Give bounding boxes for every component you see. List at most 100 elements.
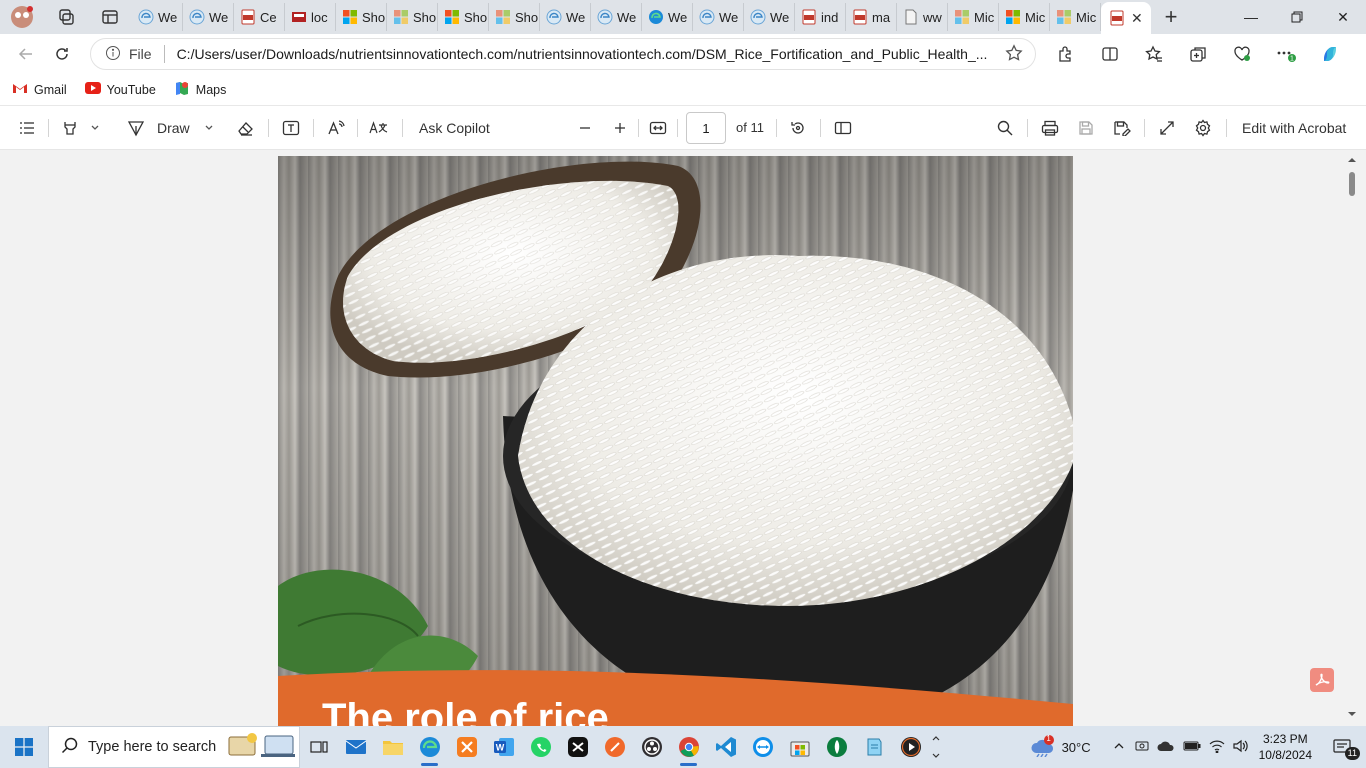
- file-explorer-icon[interactable]: [374, 726, 411, 768]
- scroll-down-icon[interactable]: [1346, 708, 1358, 720]
- fullscreen-icon[interactable]: [1156, 113, 1178, 143]
- notifications-button[interactable]: 11: [1326, 726, 1360, 768]
- minimize-button[interactable]: —: [1228, 0, 1274, 34]
- browser-tab[interactable]: Sho: [489, 3, 540, 31]
- pen-tool-icon[interactable]: [596, 726, 633, 768]
- media-player-icon[interactable]: [892, 726, 929, 768]
- highlight-icon[interactable]: [58, 113, 82, 143]
- save-as-icon[interactable]: [1111, 113, 1133, 143]
- contents-list-icon[interactable]: [16, 113, 38, 143]
- page-view-icon[interactable]: [832, 113, 854, 143]
- address-bar[interactable]: File C:/Users/user/Downloads/nutrientsin…: [90, 38, 1036, 70]
- task-view-icon[interactable]: [300, 726, 337, 768]
- new-tab-button[interactable]: +: [1151, 0, 1191, 34]
- browser-tab[interactable]: loc: [285, 3, 336, 31]
- browser-tab[interactable]: ma: [846, 3, 897, 31]
- obs-icon[interactable]: [633, 726, 670, 768]
- restore-button[interactable]: [1274, 0, 1320, 34]
- tab-actions-icon[interactable]: [88, 0, 132, 34]
- zoom-in-icon[interactable]: [611, 113, 629, 143]
- capcut-icon[interactable]: [559, 726, 596, 768]
- android-studio-icon[interactable]: [818, 726, 855, 768]
- info-icon[interactable]: [105, 45, 121, 64]
- rotate-icon[interactable]: [787, 113, 809, 143]
- edit-with-acrobat-button[interactable]: Edit with Acrobat: [1242, 113, 1346, 143]
- translate-icon[interactable]: [368, 113, 390, 143]
- settings-more-button[interactable]: 1: [1264, 38, 1308, 70]
- browser-tab[interactable]: We: [540, 3, 591, 31]
- add-text-icon[interactable]: [280, 113, 302, 143]
- meet-now-icon[interactable]: [1135, 739, 1149, 756]
- browser-tab[interactable]: Sho: [336, 3, 387, 31]
- battery-icon[interactable]: [1183, 740, 1201, 755]
- browser-tab[interactable]: We: [693, 3, 744, 31]
- collections-button[interactable]: [1176, 38, 1220, 70]
- draw-pen-icon[interactable]: [126, 113, 146, 143]
- close-tab-icon[interactable]: ✕: [1131, 10, 1143, 27]
- chevron-up-icon[interactable]: [1113, 740, 1125, 755]
- browser-tab[interactable]: We: [132, 3, 183, 31]
- onedrive-cloud-icon[interactable]: [1157, 740, 1175, 755]
- wifi-icon[interactable]: [1209, 739, 1225, 756]
- save-icon[interactable]: [1075, 113, 1097, 143]
- weather-icon[interactable]: 1: [1030, 734, 1056, 760]
- bookmark-youtube[interactable]: YouTube: [84, 82, 156, 97]
- ask-copilot-button[interactable]: Ask Copilot: [419, 113, 490, 143]
- zoom-out-icon[interactable]: [576, 113, 594, 143]
- browser-tab[interactable]: Ce: [234, 3, 285, 31]
- teamviewer-icon[interactable]: [744, 726, 781, 768]
- eraser-icon[interactable]: [234, 113, 256, 143]
- url-text[interactable]: C:/Users/user/Downloads/nutrientsinnovat…: [177, 46, 989, 62]
- taskbar-scroll-icon[interactable]: [929, 726, 943, 768]
- favorite-star-icon[interactable]: [1005, 43, 1023, 65]
- page-number-input[interactable]: 1: [686, 112, 726, 144]
- taskbar-clock[interactable]: 3:23 PM 10/8/2024: [1259, 731, 1312, 763]
- browser-tab[interactable]: We: [591, 3, 642, 31]
- refresh-button[interactable]: [44, 38, 80, 70]
- close-window-button[interactable]: ✕: [1320, 0, 1366, 34]
- scroll-up-icon[interactable]: [1346, 154, 1358, 166]
- print-icon[interactable]: [1039, 113, 1061, 143]
- bookmark-maps[interactable]: Maps: [174, 80, 226, 99]
- weather-temperature[interactable]: 30°C: [1062, 740, 1091, 755]
- draw-button[interactable]: Draw: [157, 113, 190, 143]
- workspaces-icon[interactable]: [44, 0, 88, 34]
- browser-tab[interactable]: Mic: [999, 3, 1050, 31]
- browser-tab[interactable]: Mic: [948, 3, 999, 31]
- browser-essentials-button[interactable]: [1220, 38, 1264, 70]
- fit-to-width-icon[interactable]: [647, 113, 669, 143]
- chevron-down-icon[interactable]: [88, 113, 102, 143]
- browser-tab[interactable]: Mic: [1050, 3, 1101, 31]
- bookmark-gmail[interactable]: Gmail: [12, 82, 67, 97]
- chevron-down-icon[interactable]: [202, 113, 216, 143]
- notepad-icon[interactable]: [855, 726, 892, 768]
- browser-tab[interactable]: ww: [897, 3, 948, 31]
- copilot-icon[interactable]: [1308, 38, 1352, 70]
- store-icon[interactable]: [781, 726, 818, 768]
- word-icon[interactable]: W: [485, 726, 522, 768]
- tab-active-pdf[interactable]: ✕: [1101, 2, 1151, 34]
- scrollbar-thumb[interactable]: [1349, 172, 1355, 196]
- extensions-button[interactable]: [1044, 38, 1088, 70]
- mail-icon[interactable]: [337, 726, 374, 768]
- browser-tab[interactable]: Sho: [387, 3, 438, 31]
- split-screen-button[interactable]: [1088, 38, 1132, 70]
- back-button[interactable]: [8, 38, 44, 70]
- profile-avatar[interactable]: [0, 0, 44, 34]
- browser-tab[interactable]: We: [183, 3, 234, 31]
- chrome-icon[interactable]: [670, 726, 707, 768]
- windows-start-icon[interactable]: [0, 726, 48, 768]
- browser-tab[interactable]: We: [744, 3, 795, 31]
- volume-icon[interactable]: [1233, 739, 1249, 756]
- whatsapp-icon[interactable]: [522, 726, 559, 768]
- browser-tab[interactable]: Sho: [438, 3, 489, 31]
- read-aloud-icon[interactable]: [325, 113, 347, 143]
- edge-browser-icon[interactable]: [411, 726, 448, 768]
- browser-tab[interactable]: ind: [795, 3, 846, 31]
- search-icon[interactable]: [994, 113, 1016, 143]
- vscode-icon[interactable]: [707, 726, 744, 768]
- favorites-button[interactable]: [1132, 38, 1176, 70]
- xampp-icon[interactable]: [448, 726, 485, 768]
- acrobat-icon[interactable]: [1310, 668, 1334, 692]
- vertical-scrollbar[interactable]: [1346, 150, 1358, 726]
